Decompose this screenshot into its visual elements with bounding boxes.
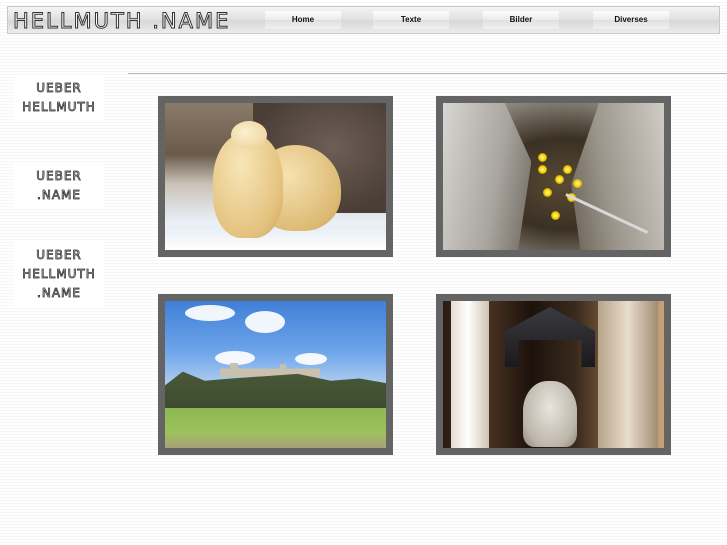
sidebar-item-line: UEBER <box>36 169 82 184</box>
photo-altar-arch <box>505 307 595 367</box>
photo-light <box>563 165 572 174</box>
photo-light <box>538 153 547 162</box>
gallery-image-church-statue[interactable] <box>436 294 671 455</box>
photo-light <box>543 188 552 197</box>
nav-texte[interactable]: Texte <box>373 7 449 33</box>
nav-diverses[interactable]: Diverses <box>593 7 669 33</box>
photo-light <box>538 165 547 174</box>
church-statue-photo <box>443 301 664 448</box>
photo-light <box>551 211 560 220</box>
nav-home-label: Home <box>291 15 315 24</box>
photo-cloud <box>295 353 327 365</box>
nav-home[interactable]: Home <box>265 7 341 33</box>
gallery-image-castle-landscape[interactable] <box>158 294 393 455</box>
photo-castle <box>220 363 320 377</box>
nav-bilder-label: Bilder <box>509 15 533 24</box>
castle-landscape-photo <box>165 301 386 448</box>
nav-bilder[interactable]: Bilder <box>483 7 559 33</box>
cave-lights-photo <box>443 103 664 250</box>
sidebar-item-line: .NAME <box>37 188 81 203</box>
photo-grass <box>165 408 386 448</box>
sidebar-item-line: UEBER <box>36 81 82 96</box>
sidebar-item-line: .NAME <box>37 286 81 301</box>
photo-cave-wall-left <box>443 103 532 250</box>
photo-cloud <box>245 311 285 333</box>
photo-statue <box>523 381 577 447</box>
photo-light <box>573 179 582 188</box>
nav-diverses-label: Diverses <box>614 15 648 24</box>
photo-cloud <box>215 351 255 365</box>
photo-bear-head <box>231 121 267 149</box>
photo-column-right <box>598 301 658 448</box>
gallery-image-polar-bears[interactable] <box>158 96 393 257</box>
photo-light <box>555 175 564 184</box>
site-logo[interactable]: HELLMUTH .NAME <box>12 9 230 34</box>
sidebar-item-line: UEBER <box>36 248 82 263</box>
content-divider <box>128 73 727 74</box>
nav-texte-label: Texte <box>400 15 422 24</box>
photo-snow <box>165 226 386 250</box>
sidebar-item-ueber-hellmuth-name[interactable]: UEBER HELLMUTH .NAME <box>14 242 104 307</box>
sidebar-item-line: HELLMUTH <box>22 267 96 282</box>
header-bar: HELLMUTH .NAME Home Texte Bilder Diverse… <box>7 6 720 34</box>
sidebar-item-ueber-name[interactable]: UEBER .NAME <box>14 163 104 209</box>
page: HELLMUTH .NAME Home Texte Bilder Diverse… <box>0 0 727 545</box>
polar-bears-photo <box>165 103 386 250</box>
gallery-image-cave-lights[interactable] <box>436 96 671 257</box>
sidebar-item-ueber-hellmuth[interactable]: UEBER HELLMUTH <box>14 75 104 121</box>
photo-column-left <box>451 301 489 448</box>
sidebar-item-line: HELLMUTH <box>22 100 96 115</box>
photo-cave-wall-right <box>571 103 664 250</box>
photo-cloud <box>185 305 235 321</box>
